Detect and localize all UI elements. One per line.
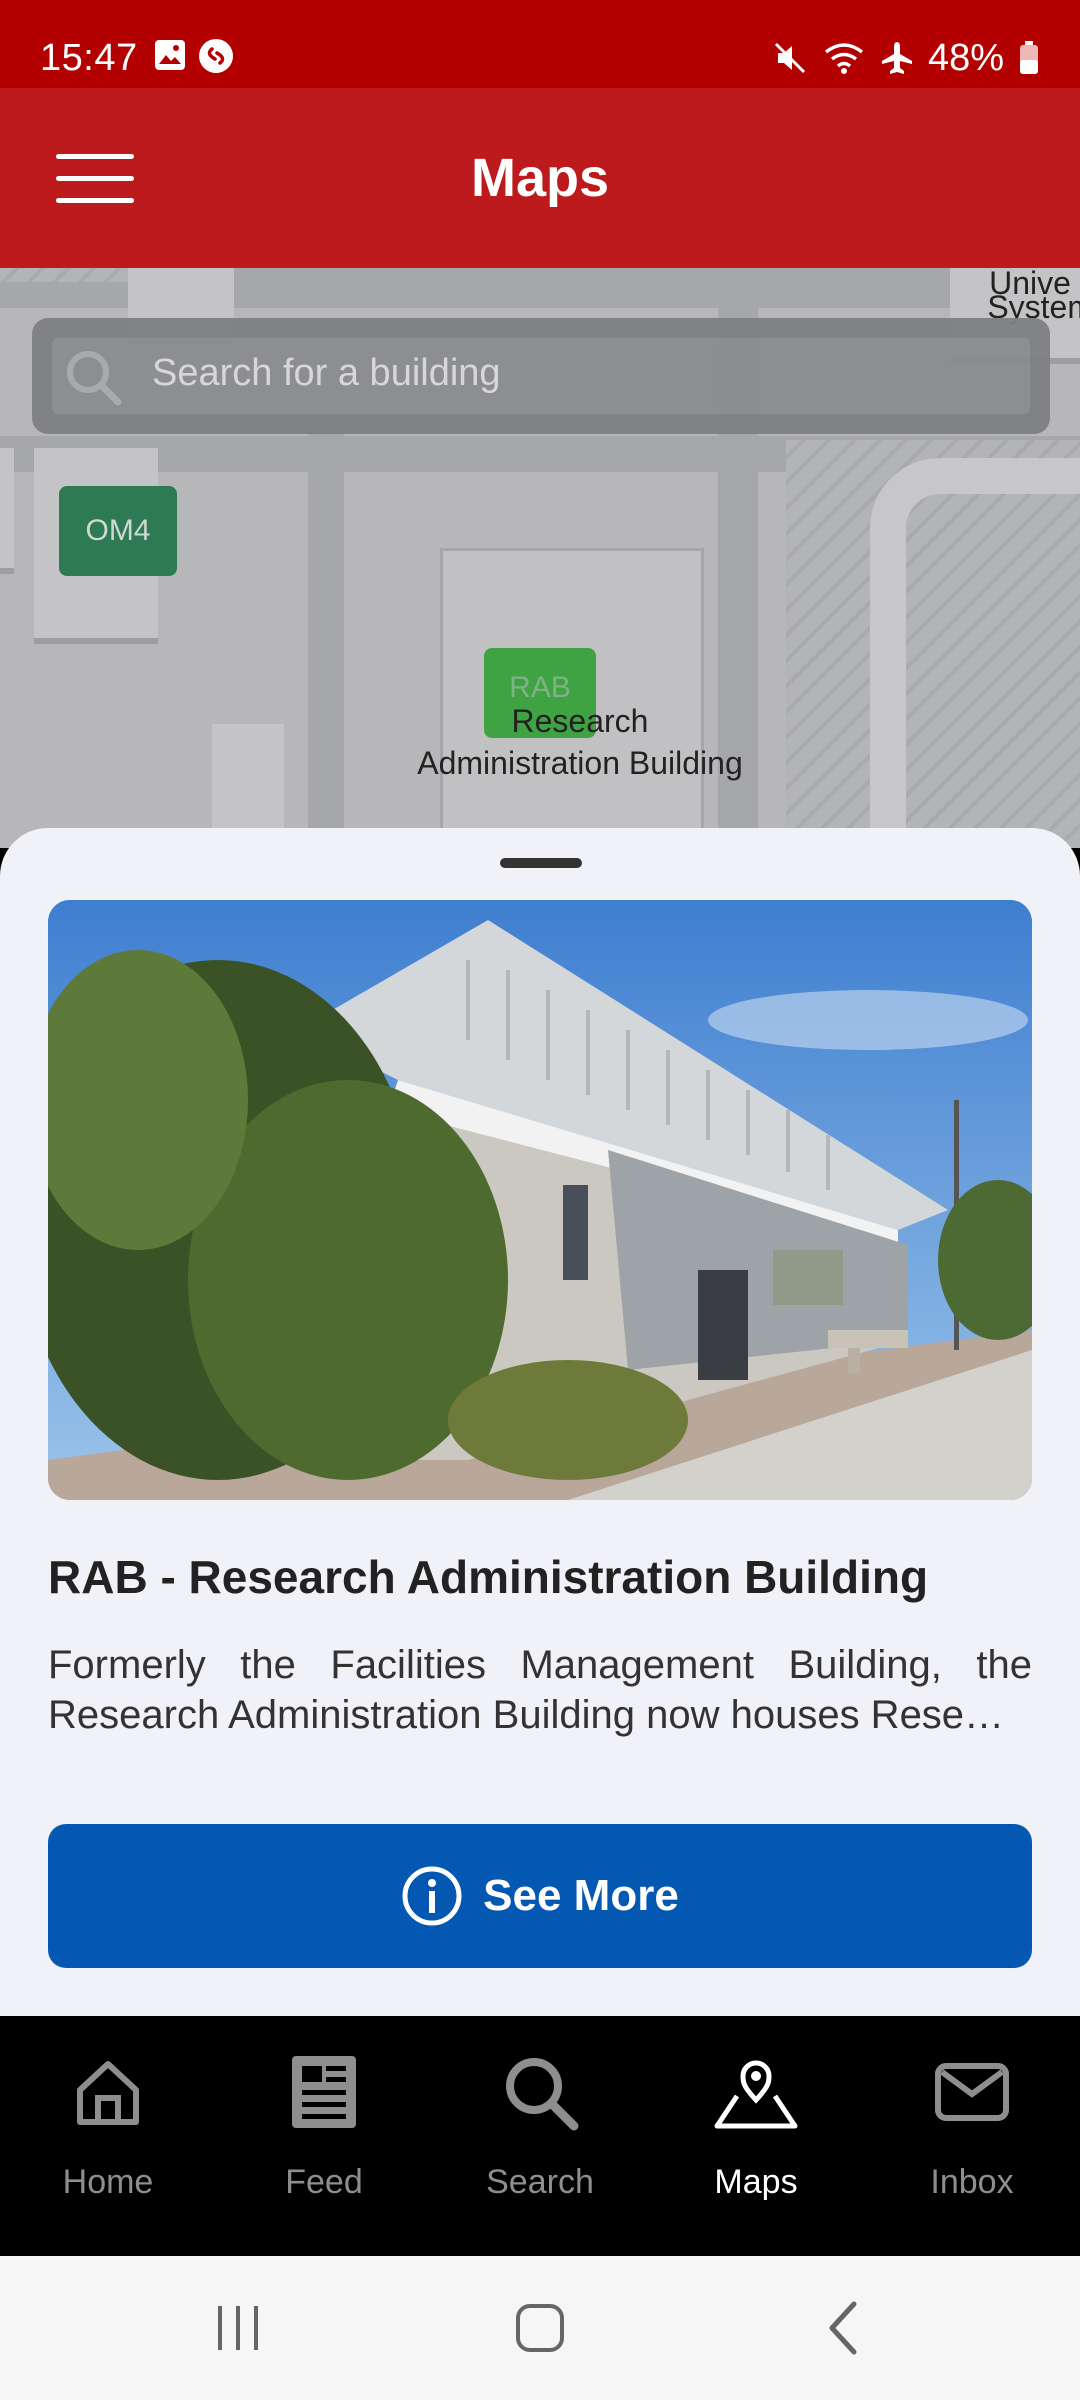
bottom-nav: Home Feed Search Maps Inbox: [0, 2016, 1080, 2256]
back-icon[interactable]: [822, 2300, 866, 2356]
nav-item-feed[interactable]: Feed: [216, 2016, 432, 2256]
mute-icon: [774, 42, 805, 74]
map-view[interactable]: Unive Systems Search for a building OM4 …: [0, 268, 1080, 848]
building-photo: [48, 900, 1032, 1500]
map-marker-om4[interactable]: OM4: [59, 486, 177, 576]
map-marker-label-line1: Research: [511, 703, 649, 739]
map-marker-label-line2: Administration Building: [417, 745, 743, 781]
home-nav-icon[interactable]: [514, 2300, 568, 2356]
shazam-icon: [199, 39, 233, 73]
nav-item-maps[interactable]: Maps: [648, 2016, 864, 2256]
system-nav-bar: [0, 2256, 1080, 2400]
battery-percent: 48%: [927, 36, 1004, 79]
home-icon: [77, 2061, 139, 2125]
nav-item-home[interactable]: Home: [0, 2016, 216, 2256]
info-icon: [402, 1866, 462, 1926]
recent-apps-icon[interactable]: [212, 2302, 264, 2354]
drag-handle[interactable]: [500, 858, 582, 868]
app-bar: Maps: [0, 88, 1080, 268]
search-icon: [67, 351, 122, 406]
building-description: Formerly the Facilities Management Build…: [48, 1643, 1032, 1737]
clock: 15:47: [40, 37, 138, 79]
search-icon: [506, 2058, 579, 2131]
gallery-icon: [155, 40, 185, 70]
nav-item-search[interactable]: Search: [432, 2016, 648, 2256]
inbox-icon: [935, 2063, 1009, 2121]
airplane-mode-icon: [881, 42, 912, 74]
nav-item-inbox[interactable]: Inbox: [864, 2016, 1080, 2256]
building-name: RAB - Research Administration Building: [48, 1551, 929, 1603]
feed-icon: [292, 2056, 356, 2128]
wifi-icon: [824, 43, 864, 74]
map-icon: [714, 2060, 798, 2129]
see-more-label: See More: [483, 1871, 679, 1920]
search-input[interactable]: Search for a building: [152, 348, 501, 398]
see-more-button[interactable]: See More: [48, 1824, 1032, 1968]
battery-icon: [1020, 41, 1038, 74]
search-bar[interactable]: Search for a building: [32, 318, 1050, 434]
page-title: Maps: [470, 148, 610, 208]
status-bar: 15:47 48%: [0, 0, 1080, 88]
building-detail-sheet: RAB - Research Administration Building F…: [0, 828, 1080, 2016]
